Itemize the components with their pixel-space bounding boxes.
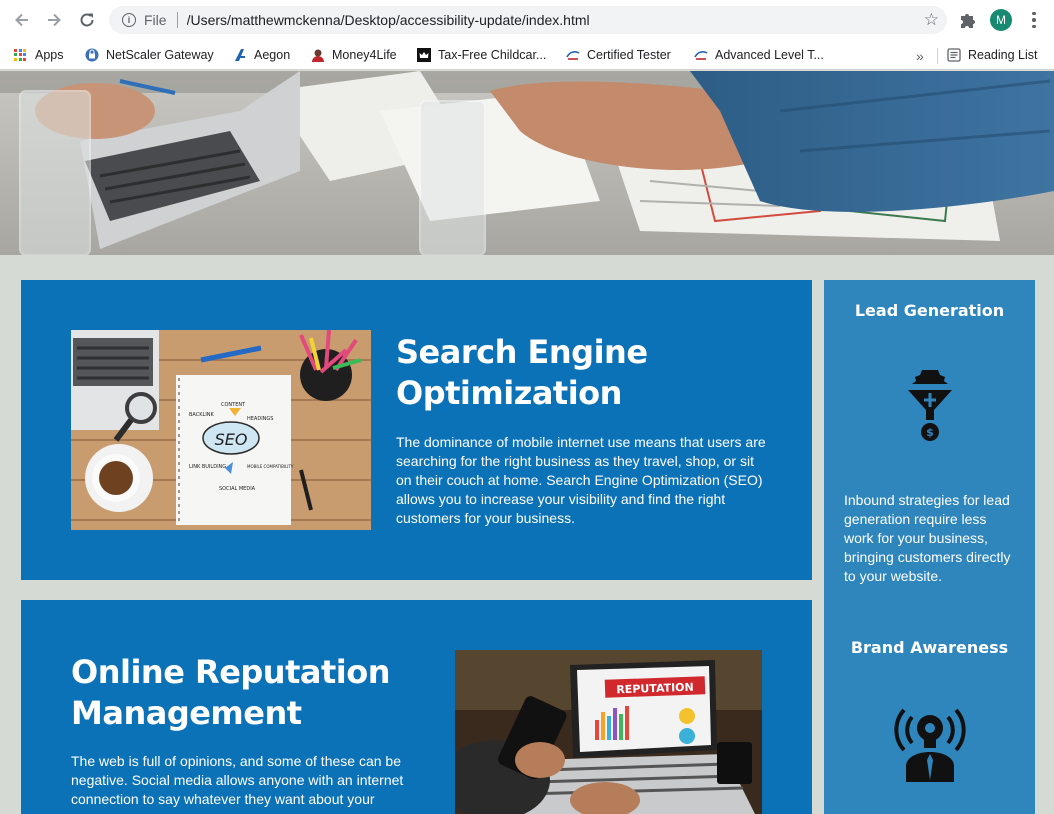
seo-image: SEO CONTENT BACKLINK HEADINGS LINK BUILD…	[71, 330, 371, 530]
reload-button[interactable]	[75, 8, 99, 32]
bookmarks-divider	[937, 48, 938, 64]
bookmarks-overflow-chevron-icon[interactable]: »	[916, 48, 924, 64]
bookmark-money4life[interactable]: Money4Life	[311, 44, 397, 66]
seo-desk-photo: SEO CONTENT BACKLINK HEADINGS LINK BUILD…	[71, 330, 371, 530]
bookmark-label: Money4Life	[332, 48, 397, 62]
seo-image-word: SOCIAL MEDIA	[219, 486, 256, 492]
aside-column: Lead Generation $ Inbound strategies for…	[824, 280, 1035, 814]
istqb-icon	[694, 51, 708, 60]
url-separator	[176, 12, 178, 28]
svg-text:$: $	[926, 426, 934, 439]
hero-image	[0, 71, 1054, 255]
bookmark-label: Advanced Level T...	[715, 48, 824, 62]
lead-generation-heading: Lead Generation	[854, 301, 1005, 320]
bookmark-netscaler[interactable]: NetScaler Gateway	[85, 44, 214, 66]
forward-arrow-icon	[48, 13, 61, 27]
address-bar[interactable]: i File /Users/matthewmckenna/Desktop/acc…	[109, 6, 947, 34]
bookmark-apps[interactable]: Apps	[14, 44, 64, 66]
bookmark-aegon[interactable]: Aegon	[233, 44, 290, 66]
orm-image: REPUTATION	[455, 650, 762, 814]
netscaler-icon	[85, 48, 99, 62]
brand-awareness-heading: Brand Awareness	[850, 638, 1009, 657]
seo-image-word: MOBILE COMPATIBILITY	[247, 464, 294, 469]
reload-icon	[80, 13, 94, 27]
back-arrow-icon	[15, 13, 28, 27]
browser-menu-icon[interactable]	[1026, 10, 1042, 30]
istqb-icon	[566, 51, 580, 60]
bookmark-tax-free-childcare[interactable]: Tax-Free Childcar...	[417, 44, 546, 66]
seo-image-word: CONTENT	[221, 402, 246, 408]
seo-body-text: The dominance of mobile internet use mea…	[396, 434, 766, 526]
seo-image-word: LINK BUILDING	[189, 464, 226, 470]
url-text[interactable]: /Users/matthewmckenna/Desktop/accessibil…	[187, 12, 924, 28]
orm-body-text: The web is full of opinions, and some of…	[71, 753, 404, 807]
bookmark-certified-tester[interactable]: Certified Tester	[566, 44, 671, 66]
bookmark-label: Apps	[35, 48, 64, 62]
hero-meeting-photo	[0, 71, 1054, 255]
site-info-icon[interactable]: i	[122, 13, 136, 27]
bookmarks-bar: Apps NetScaler Gateway Aegon Money4Life …	[0, 40, 1054, 70]
forward-button[interactable]	[42, 8, 66, 32]
extensions-puzzle-icon[interactable]	[958, 10, 978, 30]
orm-image-word: REPUTATION	[616, 681, 694, 697]
orm-section: Online Reputation Management The web is …	[21, 600, 812, 814]
bookmark-label: Certified Tester	[587, 48, 671, 62]
reading-list-label: Reading List	[968, 48, 1038, 62]
url-scheme: File	[144, 12, 167, 28]
bookmark-label: Tax-Free Childcar...	[438, 48, 547, 62]
seo-image-word: SEO	[215, 430, 248, 449]
seo-title: Search Engine Optimization	[396, 333, 648, 412]
orm-laptop-photo: REPUTATION	[455, 650, 762, 814]
brand-awareness-lightbulb-icon	[894, 708, 966, 782]
crown-icon	[417, 48, 431, 62]
profile-avatar[interactable]: M	[990, 9, 1012, 31]
reading-list-icon	[947, 48, 961, 62]
bookmark-label: Aegon	[254, 48, 291, 62]
money4life-icon	[312, 49, 324, 62]
back-button[interactable]	[10, 8, 34, 32]
lead-generation-funnel-icon: $	[908, 370, 952, 441]
seo-image-word: HEADINGS	[247, 416, 273, 422]
aegon-icon	[235, 49, 245, 61]
reading-list-button[interactable]: Reading List	[947, 44, 1038, 66]
seo-image-word: BACKLINK	[189, 412, 215, 418]
seo-section: SEO CONTENT BACKLINK HEADINGS LINK BUILD…	[21, 280, 812, 580]
orm-title: Online Reputation Management	[71, 653, 391, 732]
apps-grid-icon	[14, 48, 27, 62]
lead-generation-text: Inbound strategies for lead generation r…	[844, 492, 1011, 584]
browser-toolbar: i File /Users/matthewmckenna/Desktop/acc…	[0, 0, 1054, 40]
bookmark-label: NetScaler Gateway	[106, 48, 214, 62]
bookmark-star-icon[interactable]: ☆	[924, 10, 939, 30]
bookmark-advanced-level[interactable]: Advanced Level T...	[694, 44, 824, 66]
